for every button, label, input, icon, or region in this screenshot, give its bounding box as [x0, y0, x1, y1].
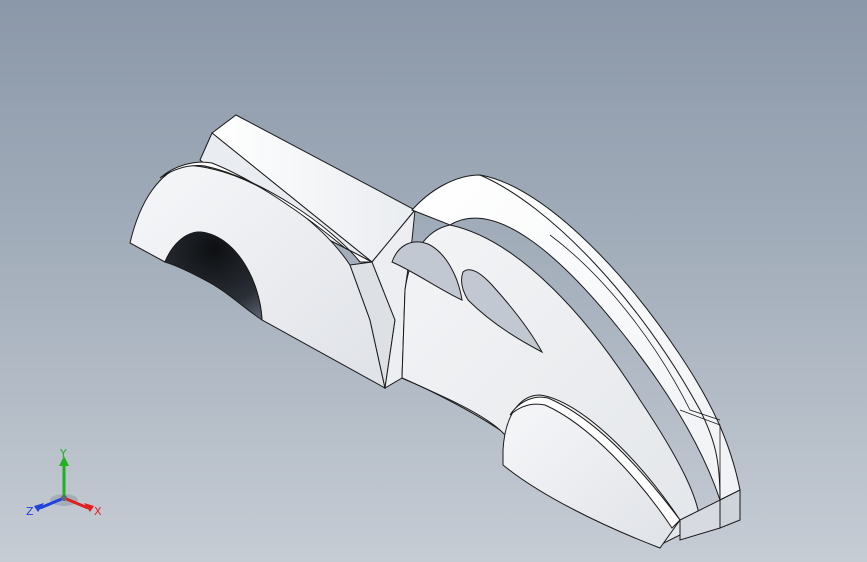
triad-origin	[61, 495, 67, 501]
y-axis-label: Y	[59, 448, 67, 460]
x-axis-label: X	[94, 505, 102, 518]
graphics-viewport[interactable]: Y X Z	[0, 0, 867, 562]
z-axis-label: Z	[26, 505, 34, 518]
car-body-model[interactable]	[0, 0, 867, 562]
orientation-triad: Y X Z	[26, 448, 102, 518]
